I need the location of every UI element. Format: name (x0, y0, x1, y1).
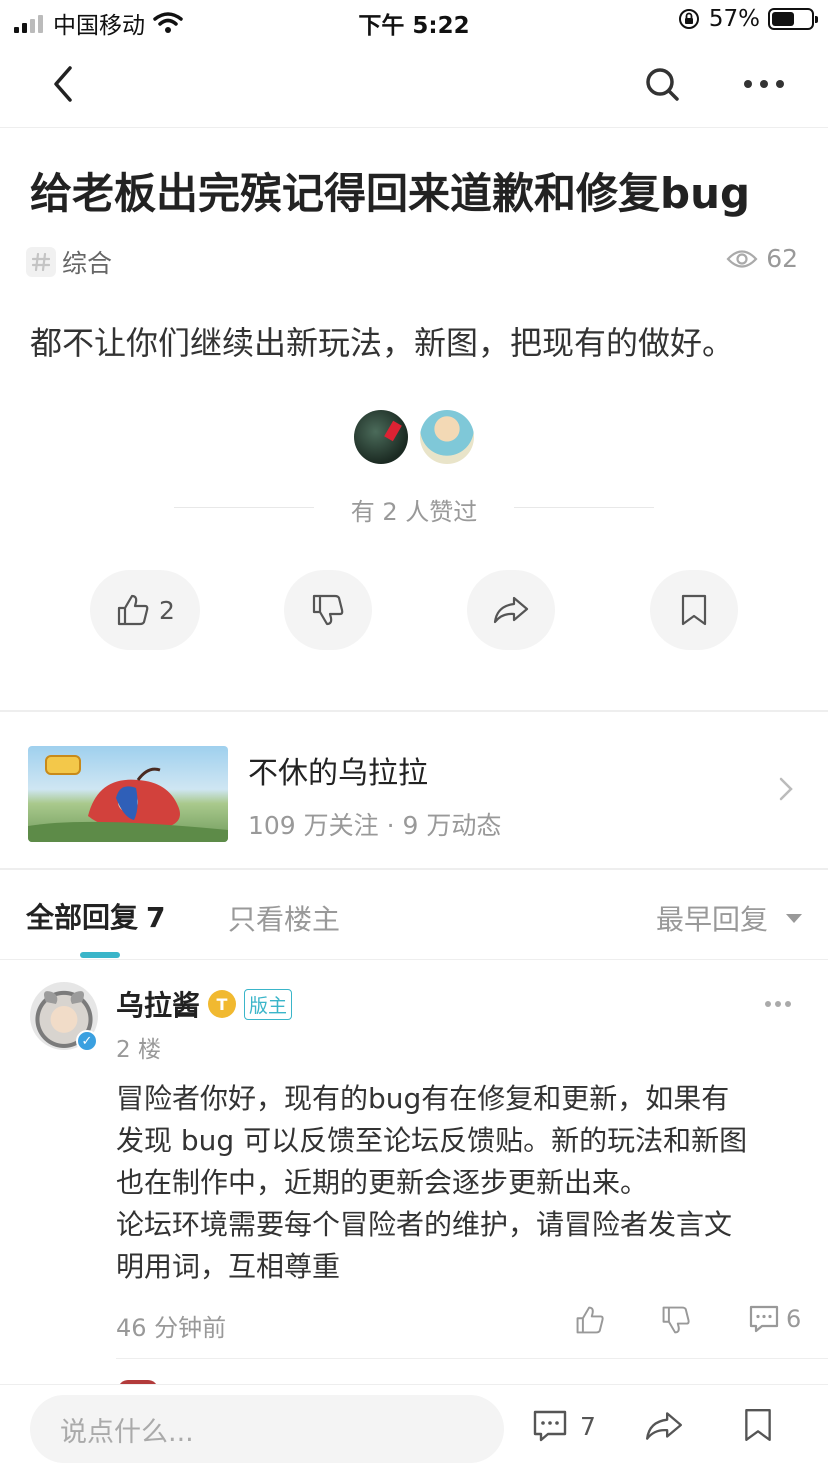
comments-count: 7 (580, 1411, 596, 1441)
comment-icon (749, 1305, 779, 1333)
reply-line: 也在制作中，近期的更新会逐步更新出来。 (116, 1166, 649, 1199)
verified-icon: ✓ (76, 1030, 98, 1052)
reply-line: 冒险者你好，现有的bug有在修复和更新，如果有 (116, 1082, 730, 1115)
sort-dropdown[interactable]: 最早回复 (656, 898, 802, 938)
reply-like-button[interactable] (574, 1304, 606, 1336)
like-count: 2 (159, 595, 175, 625)
reply-comment-count: 6 (786, 1305, 802, 1333)
reply-floor: 2 楼 (116, 1037, 161, 1063)
reply-comment-button[interactable]: 6 (748, 1304, 801, 1334)
thumb-up-icon (576, 1306, 604, 1334)
status-right: 57% (677, 6, 818, 32)
bookmark-icon[interactable] (742, 1407, 774, 1443)
comment-input[interactable]: 说点什么... (30, 1395, 504, 1463)
comments-button[interactable]: 7 (532, 1409, 596, 1443)
caret-down-icon (786, 913, 802, 923)
bottom-bar: 说点什么... 7 (0, 1384, 828, 1472)
level-badge: T (208, 990, 237, 1018)
reply-dislike-button[interactable] (660, 1304, 692, 1336)
divider (116, 1358, 828, 1359)
more-icon[interactable] (742, 64, 786, 104)
game-name: 不休的乌拉拉 (248, 756, 428, 791)
view-count-value: 62 (766, 244, 798, 273)
reply-body: 冒险者你好，现有的bug有在修复和更新，如果有 发现 bug 可以反馈至论坛反馈… (116, 1078, 796, 1288)
search-icon[interactable] (642, 64, 682, 104)
battery-percent: 57% (708, 6, 760, 32)
battery-fill (772, 12, 794, 26)
like-button[interactable]: 2 (90, 570, 200, 650)
comment-icon (533, 1410, 567, 1442)
sort-label: 最早回复 (655, 903, 768, 936)
status-bar: 中国移动 下午 5:22 57% (0, 0, 828, 44)
likes-summary: 有 2 人赞过 (350, 498, 478, 526)
chevron-right-icon (779, 777, 793, 801)
thumb-up-icon (117, 594, 149, 626)
reply-tabs: 全部回复 7 只看楼主 最早回复 (0, 870, 828, 960)
view-count: 62 (726, 244, 798, 273)
reply-line: 明用词，互相尊重 (116, 1250, 341, 1283)
tab-all-count: 7 (146, 901, 166, 934)
post-tag[interactable]: 综合 (26, 244, 112, 280)
reply-user[interactable]: 乌拉酱 T 版主 (116, 984, 293, 1024)
game-stats: 109 万关注 · 9 万动态 (248, 811, 502, 840)
tab-all-label: 全部回复 (26, 901, 139, 934)
tab-all-replies[interactable]: 全部回复 7 (26, 896, 166, 936)
hash-icon (26, 247, 56, 277)
share-icon (493, 596, 529, 624)
nav-bar (0, 44, 828, 128)
tag-label: 综合 (62, 249, 113, 278)
tab-op-only[interactable]: 只看楼主 (228, 898, 340, 938)
avatar[interactable] (354, 410, 408, 464)
thumb-down-icon (312, 594, 344, 626)
battery-icon (768, 8, 818, 30)
dislike-button[interactable] (284, 570, 372, 650)
bookmark-icon (681, 594, 707, 626)
share-button[interactable] (467, 570, 555, 650)
post-body: 都不让你们继续出新玩法，新图，把现有的做好。 (30, 324, 735, 362)
reply-username: 乌拉酱 (116, 989, 201, 1022)
avatar[interactable] (420, 410, 474, 464)
reply-time: 46 分钟前 (116, 1314, 227, 1342)
likers-avatars[interactable] (354, 410, 474, 464)
bookmark-button[interactable] (650, 570, 738, 650)
thumb-down-icon (662, 1306, 690, 1334)
more-icon[interactable] (764, 1000, 792, 1008)
eye-icon (726, 249, 758, 268)
moderator-badge: 版主 (244, 988, 293, 1020)
game-thumbnail (28, 746, 228, 842)
post-title: 给老板出完殡记得回来道歉和修复bug (30, 169, 751, 218)
back-icon[interactable] (44, 64, 84, 104)
tab-indicator (80, 952, 120, 958)
rotation-lock-icon (678, 9, 699, 29)
reply-line: 论坛环境需要每个冒险者的维护，请冒险者发言文 (116, 1208, 733, 1241)
share-icon[interactable] (644, 1409, 684, 1443)
game-card[interactable]: 不休的乌拉拉 109 万关注 · 9 万动态 (0, 712, 828, 868)
reply-line: 发现 bug 可以反馈至论坛反馈贴。新的玩法和新图 (116, 1124, 748, 1157)
